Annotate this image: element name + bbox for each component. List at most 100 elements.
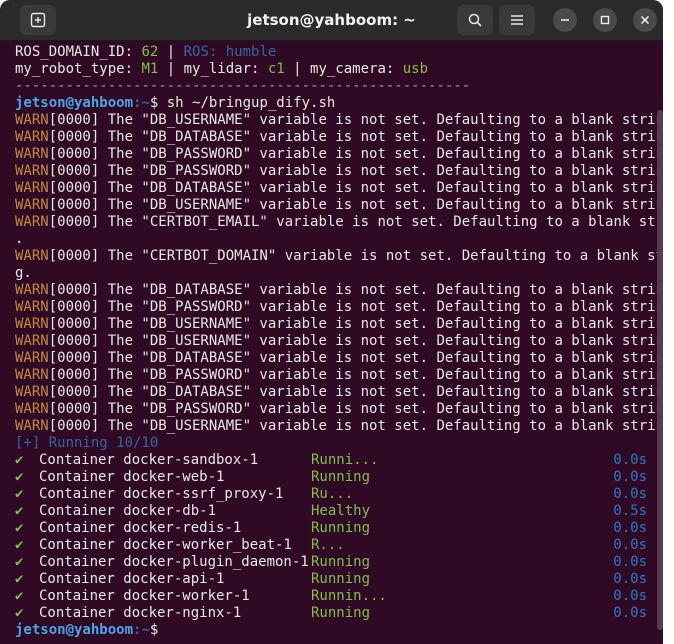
warn-tag: WARN	[15, 180, 49, 196]
container-status: Running	[311, 605, 371, 621]
container-time: 0.0s	[613, 469, 647, 485]
warn-line: g.	[15, 265, 657, 282]
warn-text: [0000] The "DB_DATABASE" variable is not…	[48, 282, 663, 298]
warn-line: WARN[0000] The "CERTBOT_EMAIL" variable …	[15, 214, 663, 231]
warn-tag: WARN	[15, 112, 49, 128]
container-row: ✔ Container docker-web-1 Running 0.0s	[15, 469, 657, 486]
container-time: 0.0s	[613, 537, 647, 553]
warn-tag: WARN	[15, 384, 49, 400]
warn-tag: WARN	[15, 197, 49, 213]
container-status: Running	[311, 469, 371, 485]
container-time: 0.0s	[613, 571, 647, 587]
warn-line: WARN[0000] The "DB_DATABASE" variable is…	[15, 180, 663, 197]
warn-text: [0000] The "DB_DATABASE" variable is not…	[48, 129, 663, 145]
warn-tag: WARN	[15, 282, 49, 298]
warn-tag: WARN	[15, 299, 49, 315]
warn-text: [0000] The "DB_USERNAME" variable is not…	[48, 333, 663, 349]
maximize-button[interactable]	[593, 8, 617, 32]
container-time: 0.0s	[613, 605, 647, 621]
warn-text: g.	[15, 265, 32, 281]
check-icon: ✔	[15, 503, 24, 519]
container-row: ✔ Container docker-worker_beat-1 R... 0.0s	[15, 537, 657, 554]
warn-line: WARN[0000] The "DB_PASSWORD" variable is…	[15, 401, 663, 418]
container-name: Container docker-plugin_daemon-1	[39, 554, 309, 570]
container-name: Container docker-db-1	[39, 503, 217, 519]
scrollbar[interactable]	[657, 110, 663, 630]
check-icon: ✔	[15, 605, 24, 621]
check-icon: ✔	[15, 554, 24, 570]
container-row: ✔ Container docker-sandbox-1 Runni... 0.0s	[15, 452, 657, 469]
new-tab-button[interactable]	[20, 5, 56, 35]
container-list: ✔ Container docker-sandbox-1 Runni... 0.0s ✔…	[15, 452, 657, 622]
warn-tag: WARN	[15, 401, 49, 417]
search-button[interactable]	[457, 5, 493, 35]
separator-rule: ----------------------------------------…	[15, 78, 471, 94]
hamburger-menu-icon	[511, 15, 523, 25]
check-icon: ✔	[15, 588, 24, 604]
container-status: Running	[311, 571, 371, 587]
warn-line: WARN[0000] The "DB_DATABASE" variable is…	[15, 350, 663, 367]
container-row: ✔ Container docker-ssrf_proxy-1 Ru... 0.0s	[15, 486, 657, 503]
warn-tag: WARN	[15, 146, 49, 162]
warn-line: WARN[0000] The "DB_DATABASE" variable is…	[15, 282, 663, 299]
warn-line: WARN[0000] The "DB_DATABASE" variable is…	[15, 384, 663, 401]
minimize-button[interactable]	[553, 8, 577, 32]
title-bar: jetson@yahboom: ~	[0, 0, 663, 41]
check-icon: ✔	[15, 537, 24, 553]
warn-tag: WARN	[15, 367, 49, 383]
container-status: Healthy	[311, 503, 371, 519]
check-icon: ✔	[15, 486, 24, 502]
warn-tag: WARN	[15, 418, 49, 434]
warn-text: [0000] The "DB_USERNAME" variable is not…	[48, 197, 663, 213]
container-status: Runni...	[311, 452, 379, 468]
container-status: Running	[311, 554, 371, 570]
container-time: 0.0s	[613, 486, 647, 502]
warn-text: [0000] The "DB_USERNAME" variable is not…	[48, 112, 663, 128]
check-icon: ✔	[15, 571, 24, 587]
warn-text: [0000] The "DB_PASSWORD" variable is not…	[48, 163, 663, 179]
warn-text: [0000] The "DB_PASSWORD" variable is not…	[48, 146, 663, 162]
container-time: 0.0s	[613, 520, 647, 536]
final-prompt: jetson@yahboom:~$	[15, 622, 159, 638]
container-row: ✔ Container docker-worker-1 Runnin... 0.0s	[15, 588, 657, 605]
container-name: Container docker-worker_beat-1	[39, 537, 292, 553]
search-icon	[468, 13, 482, 27]
container-time: 0.0s	[613, 588, 647, 604]
warn-line: WARN[0000] The "DB_PASSWORD" variable is…	[15, 163, 663, 180]
warn-line: .	[15, 231, 657, 248]
warn-line: WARN[0000] The "DB_DATABASE" variable is…	[15, 129, 663, 146]
warn-line: WARN[0000] The "DB_PASSWORD" variable is…	[15, 367, 663, 384]
check-icon: ✔	[15, 469, 24, 485]
close-icon	[640, 15, 650, 25]
warn-text: [0000] The "CERTBOT_EMAIL" variable is n…	[48, 214, 663, 230]
terminal-output[interactable]: ROS_DOMAIN_ID: 62 | ROS: humble my_robot…	[15, 44, 663, 644]
running-summary: [+] Running 10/10	[15, 435, 159, 451]
check-icon: ✔	[15, 452, 24, 468]
warn-tag: WARN	[15, 350, 49, 366]
container-row: ✔ Container docker-plugin_daemon-1 Running…	[15, 554, 657, 571]
container-name: Container docker-sandbox-1	[39, 452, 259, 468]
close-button[interactable]	[633, 8, 657, 32]
minimize-icon	[561, 19, 569, 21]
warn-text: [0000] The "CERTBOT_DOMAIN" variable is …	[48, 248, 663, 264]
warn-text: [0000] The "DB_USERNAME" variable is not…	[48, 418, 663, 434]
menu-button[interactable]	[499, 5, 535, 35]
check-icon: ✔	[15, 520, 24, 536]
container-name: Container docker-ssrf_proxy-1	[39, 486, 284, 502]
command-line: jetson@yahboom:~$ sh ~/bringup_dify.sh	[15, 95, 336, 111]
terminal-window: jetson@yahboom: ~ ROS_DOMAIN_ID: 62 | RO…	[0, 0, 663, 644]
container-row: ✔ Container docker-redis-1 Running 0.0s	[15, 520, 657, 537]
container-name: Container docker-web-1	[39, 469, 225, 485]
warn-text: [0000] The "DB_PASSWORD" variable is not…	[48, 367, 663, 383]
warn-text: [0000] The "DB_PASSWORD" variable is not…	[48, 401, 663, 417]
warn-text: .	[15, 231, 24, 247]
warn-line: WARN[0000] The "DB_PASSWORD" variable is…	[15, 299, 663, 316]
container-time: 0.0s	[613, 452, 647, 468]
maximize-icon	[600, 15, 610, 25]
container-name: Container docker-worker-1	[39, 588, 250, 604]
container-name: Container docker-redis-1	[39, 520, 242, 536]
container-row: ✔ Container docker-nginx-1 Running 0.0s	[15, 605, 657, 622]
container-row: ✔ Container docker-db-1 Healthy 0.5s	[15, 503, 657, 520]
warn-line: WARN[0000] The "DB_USERNAME" variable is…	[15, 333, 663, 350]
warn-line: WARN[0000] The "DB_PASSWORD" variable is…	[15, 146, 663, 163]
